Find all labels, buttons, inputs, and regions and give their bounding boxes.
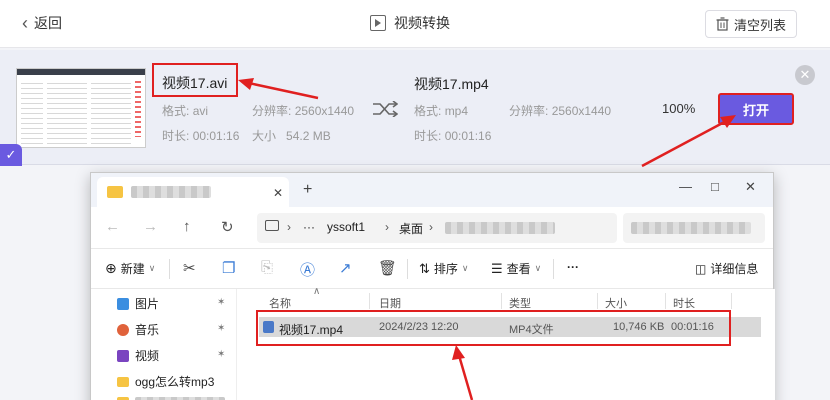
annotation-arrows bbox=[238, 78, 736, 400]
annotation-arrow-to-file bbox=[452, 345, 474, 400]
annotation-arrow-to-source bbox=[238, 78, 319, 100]
app-window: ‹ 返回 视频转换 清空列表 ✓ 视频17.avi 格式: avi 分辨率: 2… bbox=[0, 0, 830, 400]
annotation-arrow-to-open bbox=[641, 115, 736, 168]
